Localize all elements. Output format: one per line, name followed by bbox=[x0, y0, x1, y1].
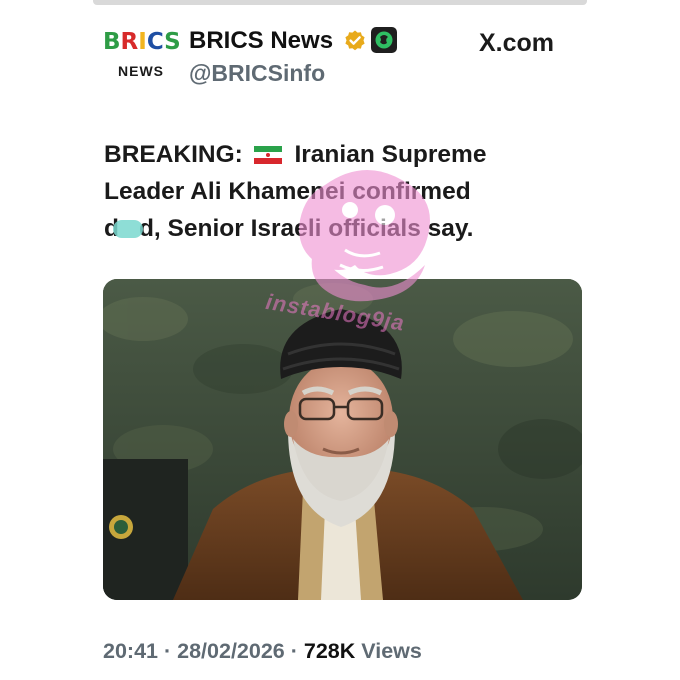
tweet-line-1-text: Iranian Supreme bbox=[294, 141, 487, 168]
iran-flag-icon bbox=[253, 146, 282, 164]
brics-news-avatar[interactable]: BRICS NEWS bbox=[103, 29, 181, 82]
brics-affiliate-badge-icon[interactable] bbox=[371, 27, 397, 53]
site-label: X.com bbox=[479, 29, 555, 57]
views-label: Views bbox=[361, 639, 422, 663]
verified-gold-check-icon bbox=[345, 30, 365, 51]
tweet-date[interactable]: 28/02/2026 bbox=[177, 639, 285, 663]
meta-separator-1: · bbox=[163, 639, 172, 663]
user-handle[interactable]: @BRICSinfo bbox=[189, 59, 325, 87]
logo-news-text: NEWS bbox=[118, 63, 164, 79]
tweet-text: BREAKING: Iranian Supreme Leader Ali Kha… bbox=[104, 136, 574, 247]
tweet-line-2: Leader Ali Khamenei confirmed bbox=[104, 178, 471, 205]
tweet-meta: 20:41 · 28/02/2026 · 728K Views bbox=[103, 637, 422, 665]
display-name[interactable]: BRICS News bbox=[189, 26, 333, 56]
meta-separator-2: · bbox=[290, 639, 298, 663]
logo-brics-text: BRICS bbox=[103, 29, 181, 55]
tweet-line-3: d d, Senior Israeli officials say. bbox=[104, 210, 574, 247]
portrait-photo bbox=[103, 279, 582, 600]
views-count: 728K bbox=[303, 639, 356, 663]
censor-blob bbox=[112, 220, 143, 238]
tweet-image[interactable] bbox=[103, 279, 582, 600]
tweet-time[interactable]: 20:41 bbox=[103, 639, 158, 663]
breaking-label: BREAKING: bbox=[104, 141, 243, 168]
tweet-line-1: BREAKING: Iranian Supreme bbox=[104, 136, 574, 173]
card-top-edge bbox=[93, 0, 587, 5]
tweet-line-3-end: d, Senior Israeli officials say. bbox=[138, 215, 474, 242]
